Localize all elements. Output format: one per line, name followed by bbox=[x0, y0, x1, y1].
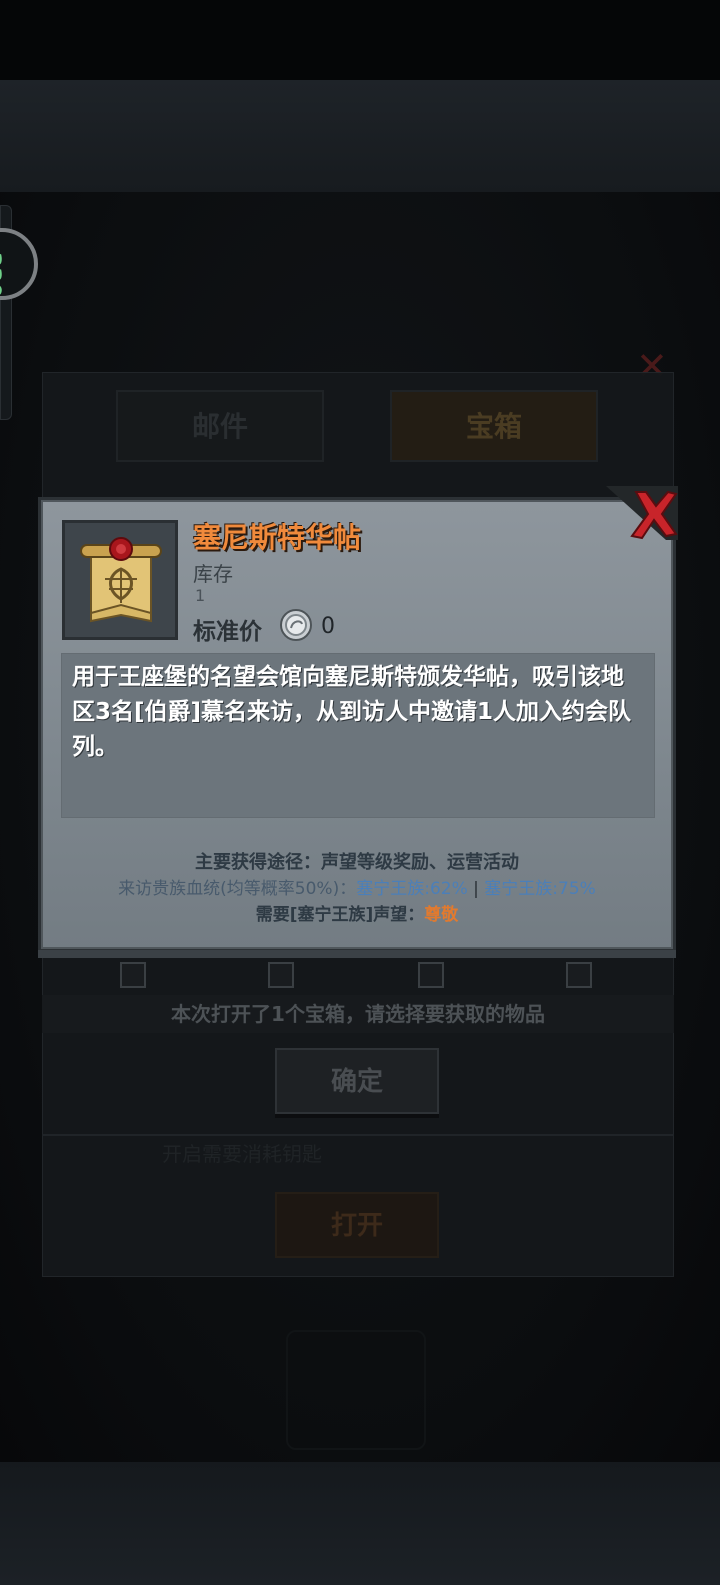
lineage-a: 塞宁王族:62% bbox=[356, 879, 468, 899]
tab-mail[interactable]: 邮件 bbox=[116, 390, 324, 462]
price-value: 0 bbox=[321, 614, 335, 639]
stock-label: 库存 bbox=[193, 562, 233, 586]
chest-row-text: 开启需要消耗钥匙 bbox=[162, 1142, 322, 1166]
lineage-separator: | bbox=[467, 879, 485, 899]
stock-value: 1 bbox=[195, 586, 206, 605]
reputation-info: 需要[塞宁王族]声望：尊敬 bbox=[41, 900, 673, 925]
item-detail-popup: 塞尼斯特华帖 库存 1 标准价 0 用于王座堡的名望会馆向塞尼斯特颁发华帖，吸引… bbox=[38, 497, 676, 952]
item-description: 用于王座堡的名望会馆向塞尼斯特颁发华帖，吸引该地区3名[伯爵]慕名来访，从到访人… bbox=[72, 664, 632, 760]
emblem-frame bbox=[286, 1330, 426, 1450]
item-icon-frame bbox=[62, 520, 178, 640]
item-checkbox[interactable] bbox=[268, 962, 294, 988]
item-checkbox[interactable] bbox=[566, 962, 592, 988]
close-icon[interactable] bbox=[606, 486, 678, 546]
side-ring-value: 330 bbox=[0, 252, 4, 298]
open-button[interactable]: 打开 bbox=[275, 1192, 439, 1258]
source-info: 主要获得途径：声望等级奖励、运营活动 bbox=[195, 852, 519, 873]
reputation-value: 尊敬 bbox=[424, 905, 459, 925]
top-band bbox=[0, 80, 720, 192]
confirm-button[interactable]: 确定 bbox=[275, 1048, 439, 1114]
popup-bottom-border bbox=[38, 950, 676, 958]
item-name: 塞尼斯特华帖 bbox=[193, 521, 362, 554]
scroll-icon bbox=[80, 537, 162, 623]
tab-chest[interactable]: 宝箱 bbox=[390, 390, 598, 462]
item-checkbox[interactable] bbox=[120, 962, 146, 988]
top-black-bar bbox=[0, 0, 720, 80]
description-box: 用于王座堡的名望会馆向塞尼斯特颁发华帖，吸引该地区3名[伯爵]慕名来访，从到访人… bbox=[61, 653, 655, 818]
lineage-prefix: 来访贵族血统(均等概率50%)： bbox=[118, 879, 357, 899]
lineage-b: 塞宁王族:75% bbox=[484, 879, 596, 899]
item-checkbox[interactable] bbox=[418, 962, 444, 988]
lineage-info: 来访贵族血统(均等概率50%)：塞宁王族:62% | 塞宁王族:75% bbox=[41, 874, 673, 899]
reputation-prefix: 需要[塞宁王族]声望： bbox=[255, 905, 425, 925]
bottom-band bbox=[0, 1462, 720, 1585]
chest-open-info: 本次打开了1个宝箱，请选择要获取的物品 bbox=[42, 995, 674, 1033]
chest-row: 开启需要消耗钥匙 bbox=[42, 1134, 674, 1166]
coin-icon bbox=[280, 609, 312, 641]
price-label: 标准价 bbox=[193, 619, 262, 645]
